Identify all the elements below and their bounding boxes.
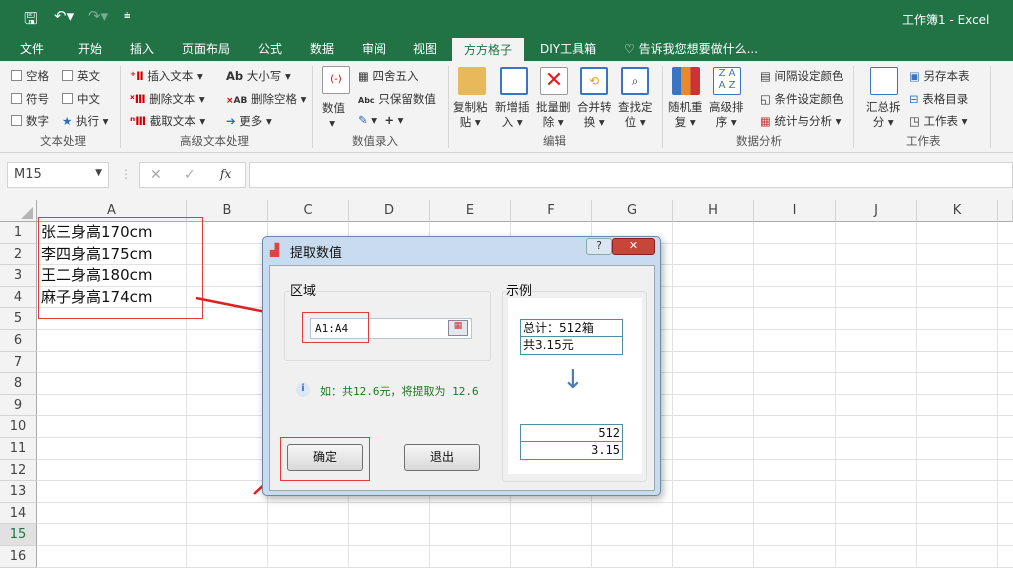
highlight-box-ok xyxy=(280,437,370,481)
example-label: 示例 xyxy=(506,280,533,299)
example-after-cell: 512 xyxy=(521,425,622,442)
example-panel: 总计：512箱 共3.15元 ↓ 512 3.15 xyxy=(508,298,642,474)
range-select-icon[interactable]: ▦ xyxy=(448,320,468,336)
extract-values-dialog: ▟ 提取数值 ? ✕ 区域 A1:A4 ▦ i 如：共12.6元，将提取为 12… xyxy=(262,236,661,496)
example-before-table: 总计：512箱 共3.15元 xyxy=(520,319,623,355)
dialog-title: 提取数值 xyxy=(290,246,343,261)
example-after-cell: 3.15 xyxy=(591,443,620,457)
help-button[interactable]: ? xyxy=(586,238,612,255)
exit-button[interactable]: 退出 xyxy=(404,444,480,471)
arrow-down-icon: ↓ xyxy=(562,365,584,395)
dialog-body: 区域 A1:A4 ▦ i 如：共12.6元，将提取为 12.6 示例 总计：51… xyxy=(269,265,655,491)
highlight-box-range xyxy=(302,312,369,343)
example-before-cell: 共3.15元 xyxy=(523,338,574,352)
info-icon: i xyxy=(296,383,310,397)
area-label: 区域 xyxy=(290,280,317,299)
app-icon: ▟ xyxy=(270,243,280,257)
example-before-cell: 总计：512箱 xyxy=(521,320,622,337)
hint-text: 如：共12.6元，将提取为 12.6 xyxy=(320,385,479,398)
example-after-table: 512 3.15 xyxy=(520,424,623,460)
close-button[interactable]: ✕ xyxy=(612,238,655,255)
